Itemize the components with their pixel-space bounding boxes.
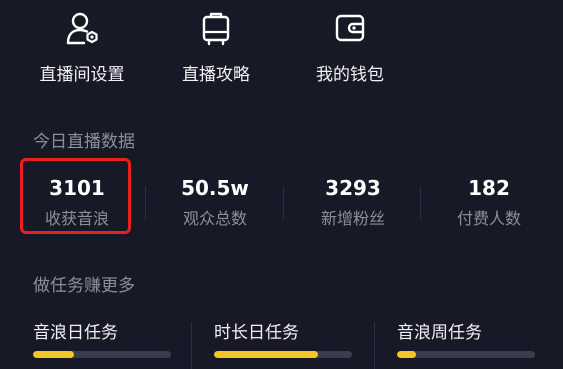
task-sound-wave-weekly[interactable]: 音浪周任务 — [397, 318, 537, 358]
divider — [374, 322, 375, 369]
stat-label: 新增粉丝 — [320, 209, 385, 228]
task-progress-fill — [397, 351, 417, 358]
divider — [191, 322, 192, 369]
shortcut-label: 直播间设置 — [39, 65, 125, 85]
highlight-annotation-box — [20, 158, 131, 234]
stat-new-followers[interactable]: 3293 新增粉丝 — [288, 175, 418, 229]
user-settings-icon — [66, 12, 98, 45]
stat-value: 3293 — [325, 176, 381, 200]
today-stats-title: 今日直播数据 — [33, 132, 135, 152]
stat-label: 观众总数 — [182, 209, 247, 228]
shortcut-label: 直播攻略 — [182, 65, 250, 85]
task-sound-wave-daily[interactable]: 音浪日任务 — [33, 318, 173, 358]
stat-value: 182 — [468, 176, 510, 200]
task-progress-bar — [397, 351, 535, 358]
stat-total-viewers[interactable]: 50.5w 观众总数 — [150, 175, 280, 229]
divider — [145, 186, 146, 220]
task-label: 音浪日任务 — [33, 323, 118, 343]
divider — [420, 186, 421, 220]
shortcut-label: 我的钱包 — [316, 65, 384, 85]
task-progress-bar — [214, 351, 352, 358]
task-progress-bar — [33, 351, 171, 358]
task-duration-daily[interactable]: 时长日任务 — [214, 318, 354, 358]
task-label: 音浪周任务 — [397, 323, 482, 343]
stat-paying-users[interactable]: 182 付费人数 — [424, 175, 554, 229]
luggage-icon — [202, 12, 230, 46]
stat-value: 50.5w — [181, 176, 249, 200]
task-progress-fill — [33, 351, 75, 358]
divider — [283, 186, 284, 220]
task-label: 时长日任务 — [214, 323, 299, 343]
wallet-icon — [335, 14, 365, 42]
tasks-title: 做任务赚更多 — [33, 276, 135, 296]
stat-label: 付费人数 — [456, 209, 521, 228]
task-progress-fill — [214, 351, 318, 358]
